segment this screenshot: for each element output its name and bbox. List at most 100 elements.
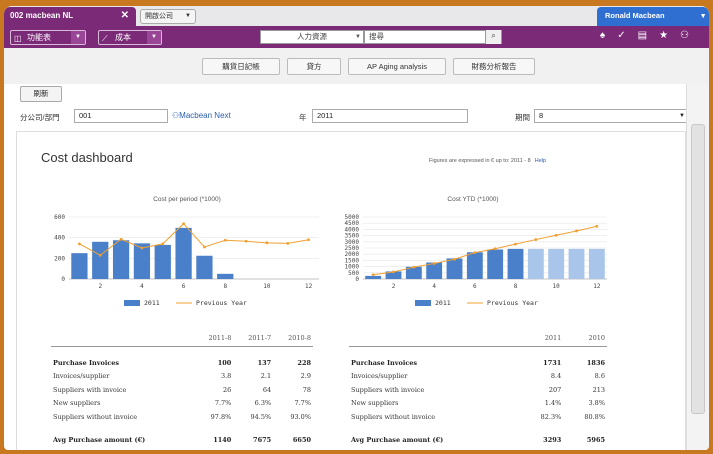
column-header bbox=[51, 330, 194, 347]
window-icon: ◫ bbox=[14, 34, 22, 43]
chevron-down-icon[interactable]: ▼ bbox=[71, 31, 85, 44]
cell-value: 137 bbox=[257, 358, 272, 367]
y-tick-label: 2000 bbox=[345, 251, 360, 258]
y-tick-label: 2500 bbox=[345, 245, 360, 252]
previous-year-point bbox=[182, 222, 185, 226]
y-tick-label: 3000 bbox=[345, 239, 360, 246]
table-row: Suppliers with invoice 207 213 bbox=[349, 383, 607, 397]
search-icon[interactable]: ⌕ bbox=[485, 30, 501, 44]
y-tick-label: 1000 bbox=[345, 264, 360, 271]
y-tick-label: 4500 bbox=[345, 220, 360, 227]
y-tick-label: 500 bbox=[348, 270, 359, 277]
chevron-down-icon[interactable]: ▼ bbox=[147, 31, 161, 44]
figures-note-text: Figures are expressed in € up to: 2011 -… bbox=[429, 158, 531, 164]
table-row: Suppliers without invoice 97.8% 94.5% 93.0% bbox=[51, 410, 313, 424]
y-tick-label: 5000 bbox=[345, 214, 360, 221]
toolbar-icons: ♠✓▤★⚇ bbox=[600, 30, 701, 41]
close-icon[interactable]: ✕ bbox=[121, 7, 129, 25]
cell-value: 3.8% bbox=[588, 399, 605, 408]
bar bbox=[487, 249, 504, 279]
cell-value: 1836 bbox=[586, 358, 605, 367]
previous-year-point bbox=[493, 247, 497, 251]
x-tick-label: 8 bbox=[514, 283, 518, 290]
cost-menu-label: 成本 bbox=[115, 33, 131, 42]
star-icon[interactable]: ★ bbox=[659, 30, 680, 41]
row-label: Invoices/supplier bbox=[53, 372, 110, 381]
user-menu[interactable]: Ronald Macbean ▾ bbox=[597, 7, 709, 26]
scrollbar-thumb[interactable] bbox=[691, 124, 705, 414]
x-tick-label: 12 bbox=[593, 283, 601, 290]
chart-title-ytd: Cost YTD (*1000) bbox=[447, 196, 499, 203]
check-icon[interactable]: ✓ bbox=[617, 30, 637, 41]
module-select[interactable]: 人力資源 ▼ bbox=[260, 30, 364, 44]
company-label: 分公司/部門 bbox=[20, 113, 60, 122]
cell-value: 7.7% bbox=[294, 399, 311, 408]
module-select-value: 人力資源 bbox=[297, 32, 327, 41]
y-tick-label: 400 bbox=[54, 235, 65, 242]
bar bbox=[154, 244, 171, 279]
period-select[interactable]: 8 ▼ bbox=[534, 109, 690, 123]
cell-value: 8.6 bbox=[594, 372, 605, 381]
previous-year-point bbox=[534, 238, 538, 241]
quick-button-purchase-journal[interactable]: 購貨日記帳 bbox=[202, 58, 280, 75]
tab-company[interactable]: 002 macbean NL ✕ bbox=[4, 7, 136, 26]
menu-bar: ◫ 功能表 ▼ ⟋ 成本 ▼ 人力資源 ▼ 搜尋 ⌕ ♠✓▤★⚇ bbox=[4, 26, 709, 48]
row-label: Avg Purchase amount (€) bbox=[351, 436, 444, 445]
scrollbar[interactable] bbox=[686, 84, 709, 450]
pin-icon[interactable]: ♠ bbox=[600, 30, 617, 41]
previous-year-point bbox=[244, 239, 248, 243]
quick-button-ap-aging[interactable]: AP Aging analysis bbox=[348, 58, 446, 75]
row-label: Purchase Invoices bbox=[53, 358, 120, 367]
tab-open-company[interactable]: 開啟公司 ▼ bbox=[140, 9, 196, 24]
bar bbox=[71, 253, 88, 279]
cell-value: 8.4 bbox=[550, 372, 562, 381]
function-menu-button[interactable]: ◫ 功能表 ▼ bbox=[10, 30, 86, 45]
quick-button-credit[interactable]: 貸方 bbox=[287, 58, 341, 75]
period-label: 期間 bbox=[515, 113, 530, 122]
previous-year-point bbox=[265, 241, 269, 245]
user-name: Ronald Macbean bbox=[605, 11, 665, 20]
cell-value: 228 bbox=[297, 358, 311, 367]
legend-swatch-2011 bbox=[415, 300, 431, 306]
column-header: 2011-7 bbox=[233, 330, 274, 347]
previous-year-point bbox=[473, 251, 477, 254]
y-tick-label: 0 bbox=[61, 276, 65, 283]
row-label: Avg Purchase amount (€) bbox=[53, 436, 146, 445]
cost-menu-button[interactable]: ⟋ 成本 ▼ bbox=[98, 30, 162, 45]
bar bbox=[92, 241, 109, 279]
row-label: Suppliers without invoice bbox=[53, 412, 138, 421]
chevron-down-icon: ▼ bbox=[355, 34, 361, 40]
table-row: New suppliers 7.7% 6.3% 7.7% bbox=[51, 397, 313, 411]
cell-value: 100 bbox=[217, 358, 232, 367]
company-field[interactable]: 001 bbox=[74, 109, 168, 123]
column-header: 2010 bbox=[563, 330, 607, 347]
refresh-button[interactable]: 刷新 bbox=[20, 86, 62, 102]
dashboard-title: Cost dashboard bbox=[41, 150, 133, 165]
x-tick-label: 6 bbox=[182, 283, 186, 290]
row-label: Suppliers without invoice bbox=[351, 412, 436, 421]
previous-year-point bbox=[554, 233, 558, 237]
year-field[interactable]: 2011 bbox=[312, 109, 468, 123]
users-icon[interactable]: ⚇ bbox=[680, 30, 701, 41]
document-icon[interactable]: ▤ bbox=[638, 30, 659, 41]
cell-value: 94.5% bbox=[250, 412, 272, 421]
quick-button-financial-report[interactable]: 財務分析報告 bbox=[453, 58, 535, 75]
row-label: Invoices/supplier bbox=[351, 372, 408, 381]
x-tick-label: 10 bbox=[553, 283, 561, 290]
cell-value: 26 bbox=[223, 385, 232, 394]
legend-label-previous-year: Previous Year bbox=[196, 299, 247, 307]
macbean-next-label: Macbean Next bbox=[179, 111, 231, 120]
cell-value: 7.7% bbox=[214, 399, 232, 408]
dashboard-panel: Cost dashboard Figures are expressed in … bbox=[16, 131, 686, 450]
cell-value: 78 bbox=[302, 385, 311, 394]
bar bbox=[112, 240, 130, 279]
search-placeholder: 搜尋 bbox=[369, 32, 384, 41]
macbean-next-link[interactable]: ⚇Macbean Next bbox=[172, 111, 231, 120]
row-label: Suppliers with invoice bbox=[351, 385, 425, 394]
table-row: Invoices/supplier 3.8 2.1 2.9 bbox=[51, 370, 313, 384]
tab-open-company-label: 開啟公司 bbox=[145, 13, 173, 20]
search-input[interactable]: 搜尋 ⌕ bbox=[364, 30, 502, 44]
help-link[interactable]: Help bbox=[535, 158, 546, 164]
table-row: Avg Purchase amount (€) 3293 5965 bbox=[349, 434, 607, 448]
y-tick-label: 1500 bbox=[345, 257, 360, 264]
